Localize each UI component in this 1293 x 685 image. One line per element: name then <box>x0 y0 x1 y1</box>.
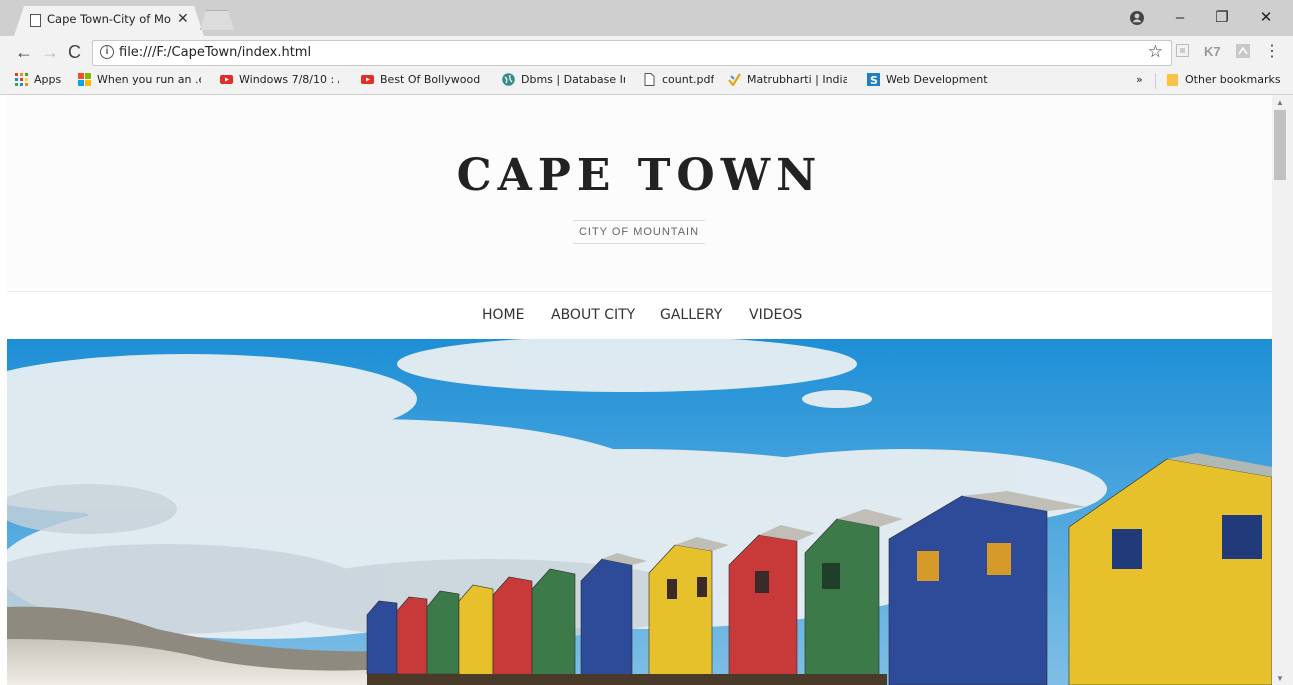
pdf-extension-icon[interactable] <box>1236 44 1250 61</box>
web-page: CAPE TOWN CITY OF MOUNTAIN HOME ABOUT CI… <box>7 95 1272 685</box>
restore-button[interactable]: ❐ <box>1207 6 1237 30</box>
youtube-icon <box>361 75 374 84</box>
bookmark-folder-other[interactable]: Other bookmarks <box>1166 73 1281 86</box>
apps-grid-icon <box>15 73 28 86</box>
nav-home[interactable]: HOME <box>482 307 524 323</box>
account-icon[interactable] <box>1122 6 1152 30</box>
bookmarks-overflow-button[interactable]: » <box>1136 73 1143 86</box>
bookmark-item[interactable]: S Web Development Ir <box>867 73 990 86</box>
document-icon <box>644 73 655 86</box>
new-tab-button[interactable] <box>200 10 234 30</box>
bookmark-item[interactable]: When you run an .ex <box>78 73 201 86</box>
bookmark-label: Windows 7/8/10 : A <box>239 73 339 86</box>
matrubharti-icon <box>728 73 741 86</box>
hero-image <box>7 339 1272 685</box>
bookmark-label: Best Of Bollywood U <box>380 73 482 86</box>
svg-text:S: S <box>870 74 878 86</box>
bookmark-label: Other bookmarks <box>1185 73 1281 86</box>
browser-toolbar: ← → C i file:///F:/CapeTown/index.html ☆… <box>0 36 1293 68</box>
folder-icon <box>1167 74 1178 86</box>
bookmark-label: count.pdf <box>662 73 715 86</box>
bookmarks-bar: Apps When you run an .ex Windows 7/8/10 … <box>0 68 1293 95</box>
page-icon <box>30 14 41 27</box>
extension-box-icon[interactable] <box>1176 44 1189 60</box>
bookmark-label: Dbms | Database Inc <box>521 73 625 86</box>
site-title: CAPE TOWN <box>456 150 823 201</box>
site-tagline: CITY OF MOUNTAIN <box>573 220 705 244</box>
site-nav: HOME ABOUT CITY GALLERY VIDEOS <box>7 292 1272 339</box>
youtube-icon <box>220 75 233 84</box>
s-logo-icon: S <box>867 73 880 86</box>
minimize-button[interactable]: – <box>1165 6 1195 30</box>
bookmark-label: Web Development Ir <box>886 73 990 86</box>
bookmark-star-icon[interactable]: ☆ <box>1148 42 1163 62</box>
bookmark-item[interactable]: Windows 7/8/10 : A <box>220 73 339 86</box>
page-scrollbar[interactable]: ▲ ▼ <box>1272 95 1293 685</box>
bookmark-label: When you run an .ex <box>97 73 201 86</box>
nav-about-city[interactable]: ABOUT CITY <box>551 307 635 323</box>
tab-strip: Cape Town-City of Mount ✕ – ❐ ✕ <box>0 0 1293 36</box>
back-arrow-icon[interactable]: ← <box>15 40 33 64</box>
bookmark-label: Matrubharti | Indian <box>747 73 847 86</box>
bookmark-item[interactable]: Best Of Bollywood U <box>361 73 482 86</box>
reload-icon[interactable]: C <box>68 40 81 64</box>
bookmark-item[interactable]: Matrubharti | Indian <box>728 73 847 86</box>
scroll-up-arrow-icon[interactable]: ▲ <box>1276 98 1284 107</box>
forward-arrow-icon[interactable]: → <box>41 40 59 64</box>
info-icon[interactable]: i <box>100 45 114 59</box>
menu-kebab-icon[interactable]: ⋮ <box>1264 40 1280 64</box>
close-window-button[interactable]: ✕ <box>1251 6 1281 30</box>
url-text[interactable]: file:///F:/CapeTown/index.html <box>119 45 311 60</box>
nav-videos[interactable]: VIDEOS <box>749 307 802 323</box>
site-header: CAPE TOWN CITY OF MOUNTAIN <box>7 95 1272 292</box>
scroll-thumb[interactable] <box>1274 110 1286 180</box>
windows-logo-icon <box>78 73 91 86</box>
scroll-down-arrow-icon[interactable]: ▼ <box>1276 674 1284 683</box>
bookmark-apps[interactable]: Apps <box>15 73 61 86</box>
globe-icon <box>502 73 515 86</box>
address-bar[interactable]: i file:///F:/CapeTown/index.html ☆ <box>92 40 1172 66</box>
bookmark-item[interactable]: Dbms | Database Inc <box>502 73 625 86</box>
bookmark-label: Apps <box>34 73 62 86</box>
tab-title[interactable]: Cape Town-City of Mount <box>47 12 171 26</box>
bookmark-item[interactable]: count.pdf <box>643 73 714 86</box>
divider <box>1155 73 1156 89</box>
tab-close-icon[interactable]: ✕ <box>177 10 189 26</box>
k7-extension-icon[interactable]: K7 <box>1204 44 1221 59</box>
nav-gallery[interactable]: GALLERY <box>660 307 722 323</box>
